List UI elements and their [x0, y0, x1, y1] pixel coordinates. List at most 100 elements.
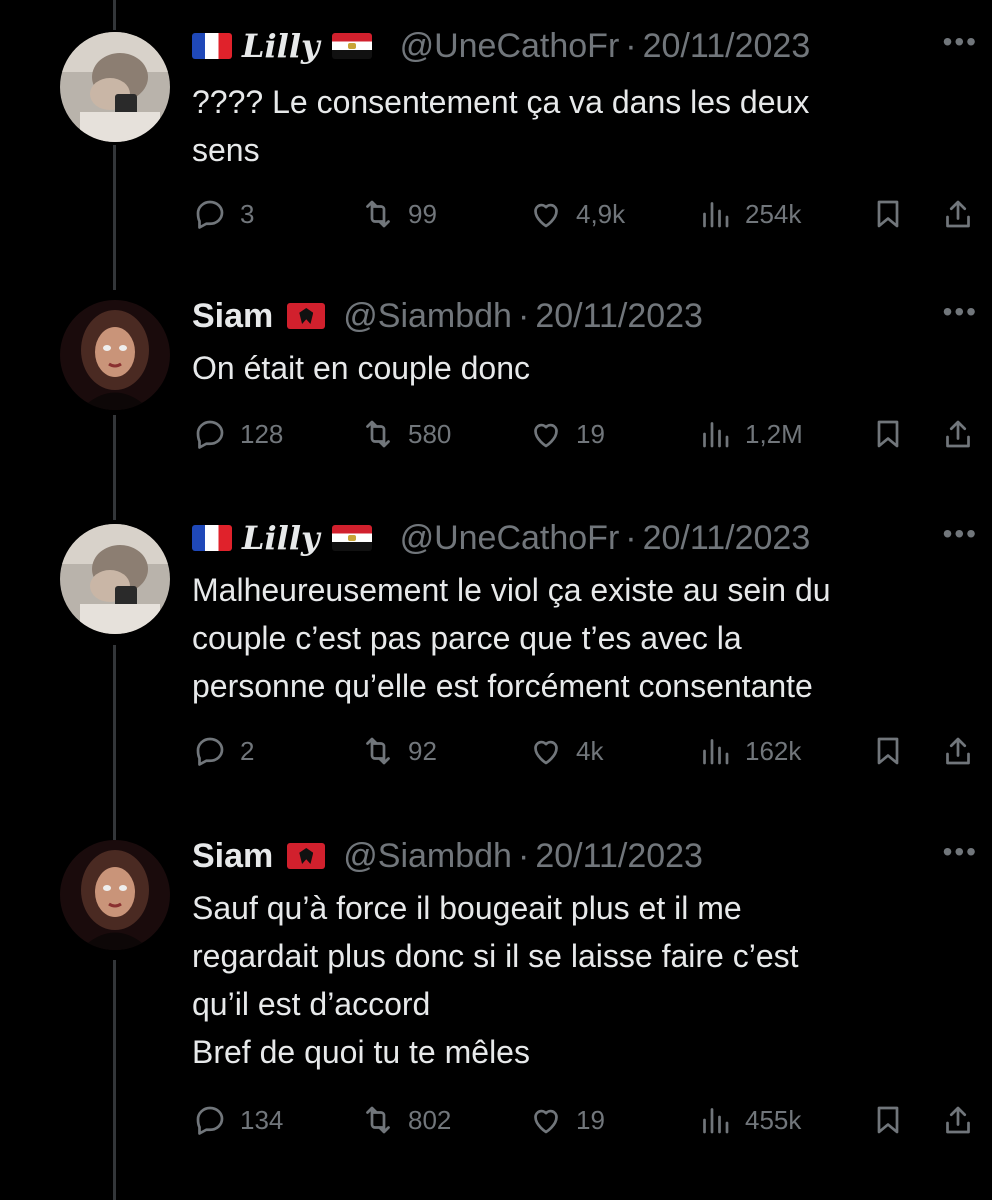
tweet-text-line: Malheureusement le viol ça existe au sei… — [192, 572, 831, 608]
bookmark-button[interactable] — [870, 412, 918, 456]
author-handle[interactable]: @UneCathoFr — [400, 22, 620, 70]
reply-button[interactable]: 3 — [192, 192, 254, 236]
tweet[interactable]: Lilly @UneCathoFr · 20/11/2023 ••• ???? … — [0, 22, 992, 262]
thread: Lilly @UneCathoFr · 20/11/2023 ••• ???? … — [0, 0, 992, 1200]
more-icon[interactable]: ••• — [943, 520, 978, 548]
more-icon[interactable]: ••• — [943, 28, 978, 56]
tweet[interactable]: Siam @Siambdh · 20/11/2023 ••• On était … — [0, 292, 992, 492]
tweet-date[interactable]: 20/11/2023 — [643, 22, 811, 70]
bookmark-button[interactable] — [870, 192, 918, 236]
tweet-header: Siam @Siambdh · 20/11/2023 — [192, 832, 703, 880]
share-button[interactable] — [940, 1098, 988, 1142]
bookmark-icon — [877, 420, 899, 448]
retweet-icon — [366, 200, 390, 228]
like-count: 19 — [576, 419, 605, 449]
author-handle[interactable]: @Siambdh — [343, 292, 512, 340]
share-button[interactable] — [940, 412, 988, 456]
views-button[interactable]: 162k — [697, 729, 801, 773]
separator: · — [625, 519, 637, 557]
author-name[interactable]: Lilly — [242, 514, 320, 562]
flag-albania-icon — [287, 303, 326, 329]
views-button[interactable]: 455k — [697, 1098, 801, 1142]
reply-button[interactable]: 134 — [192, 1098, 283, 1142]
author-name[interactable]: Siam — [192, 292, 273, 340]
tweet-text-line: Bref de quoi tu te mêles — [192, 1034, 530, 1070]
flag-egypt-icon — [331, 525, 372, 551]
tweet-date[interactable]: 20/11/2023 — [643, 514, 811, 562]
views-icon — [703, 202, 729, 228]
like-count: 4,9k — [576, 199, 626, 229]
bookmark-icon — [877, 200, 899, 228]
reply-icon — [196, 737, 224, 766]
author-name[interactable]: Lilly — [242, 22, 320, 70]
flag-france-icon — [192, 33, 232, 59]
tweet-text-line: personne qu’elle est forcément consentan… — [192, 668, 813, 704]
views-icon — [703, 422, 729, 448]
bookmark-icon — [877, 737, 899, 765]
retweet-button[interactable]: 99 — [360, 192, 437, 236]
retweet-count: 99 — [408, 199, 437, 229]
views-count: 162k — [745, 736, 802, 766]
tweet-text-line: qu’il est d’accord — [192, 986, 431, 1022]
tweet-text-line: regardait plus donc si il se laisse fair… — [192, 938, 799, 974]
retweet-button[interactable]: 802 — [360, 1098, 451, 1142]
reply-icon — [196, 200, 224, 229]
like-button[interactable]: 19 — [528, 412, 605, 456]
like-button[interactable]: 19 — [528, 1098, 605, 1142]
tweet-actions: 3 99 4,9k 254k — [192, 192, 992, 236]
reply-icon — [196, 1106, 224, 1135]
author-handle[interactable]: @Siambdh — [343, 832, 512, 880]
reply-button[interactable]: 128 — [192, 412, 283, 456]
more-icon[interactable]: ••• — [943, 298, 978, 326]
author-name[interactable]: Siam — [192, 832, 273, 880]
like-count: 4k — [576, 736, 604, 766]
tweet-text: ???? Le consentement ça va dans les deux… — [192, 78, 972, 174]
tweet[interactable]: Lilly @UneCathoFr · 20/11/2023 ••• Malhe… — [0, 514, 992, 804]
avatar-illustration-icon — [60, 840, 170, 950]
share-button[interactable] — [940, 729, 988, 773]
avatar[interactable] — [60, 32, 170, 142]
avatar[interactable] — [60, 524, 170, 634]
bookmark-button[interactable] — [870, 1098, 918, 1142]
reply-count: 2 — [240, 736, 255, 766]
views-count: 1,2M — [745, 419, 803, 449]
reply-button[interactable]: 2 — [192, 729, 254, 773]
retweet-count: 580 — [408, 419, 452, 449]
avatar-photo-icon — [60, 524, 170, 634]
more-icon[interactable]: ••• — [943, 838, 978, 866]
retweet-icon — [366, 420, 390, 448]
views-button[interactable]: 254k — [697, 192, 801, 236]
retweet-button[interactable]: 580 — [360, 412, 451, 456]
views-count: 254k — [745, 199, 802, 229]
tweet[interactable]: Siam @Siambdh · 20/11/2023 ••• Sauf qu’à… — [0, 832, 992, 1192]
tweet-date[interactable]: 20/11/2023 — [535, 832, 703, 880]
views-button[interactable]: 1,2M — [697, 412, 803, 456]
avatar-photo-icon — [60, 32, 170, 142]
bookmark-button[interactable] — [870, 729, 918, 773]
views-count: 455k — [745, 1105, 802, 1135]
like-button[interactable]: 4k — [528, 729, 603, 773]
reply-count: 3 — [240, 199, 255, 229]
share-icon — [946, 737, 970, 765]
like-icon — [534, 423, 558, 448]
reply-count: 128 — [240, 419, 284, 449]
share-icon — [946, 200, 970, 228]
flag-france-icon — [192, 525, 232, 551]
views-icon — [703, 1108, 729, 1134]
share-button[interactable] — [940, 192, 988, 236]
tweet-text-line: sens — [192, 132, 260, 168]
retweet-icon — [366, 1106, 390, 1134]
tweet-date[interactable]: 20/11/2023 — [535, 292, 703, 340]
like-button[interactable]: 4,9k — [528, 192, 625, 236]
avatar[interactable] — [60, 840, 170, 950]
retweet-count: 802 — [408, 1105, 452, 1135]
retweet-icon — [366, 737, 390, 765]
reply-count: 134 — [240, 1105, 284, 1135]
avatar-illustration-icon — [60, 300, 170, 410]
views-icon — [703, 739, 729, 765]
bookmark-icon — [877, 1106, 899, 1134]
share-icon — [946, 420, 970, 448]
retweet-button[interactable]: 92 — [360, 729, 437, 773]
author-handle[interactable]: @UneCathoFr — [400, 514, 620, 562]
avatar[interactable] — [60, 300, 170, 410]
